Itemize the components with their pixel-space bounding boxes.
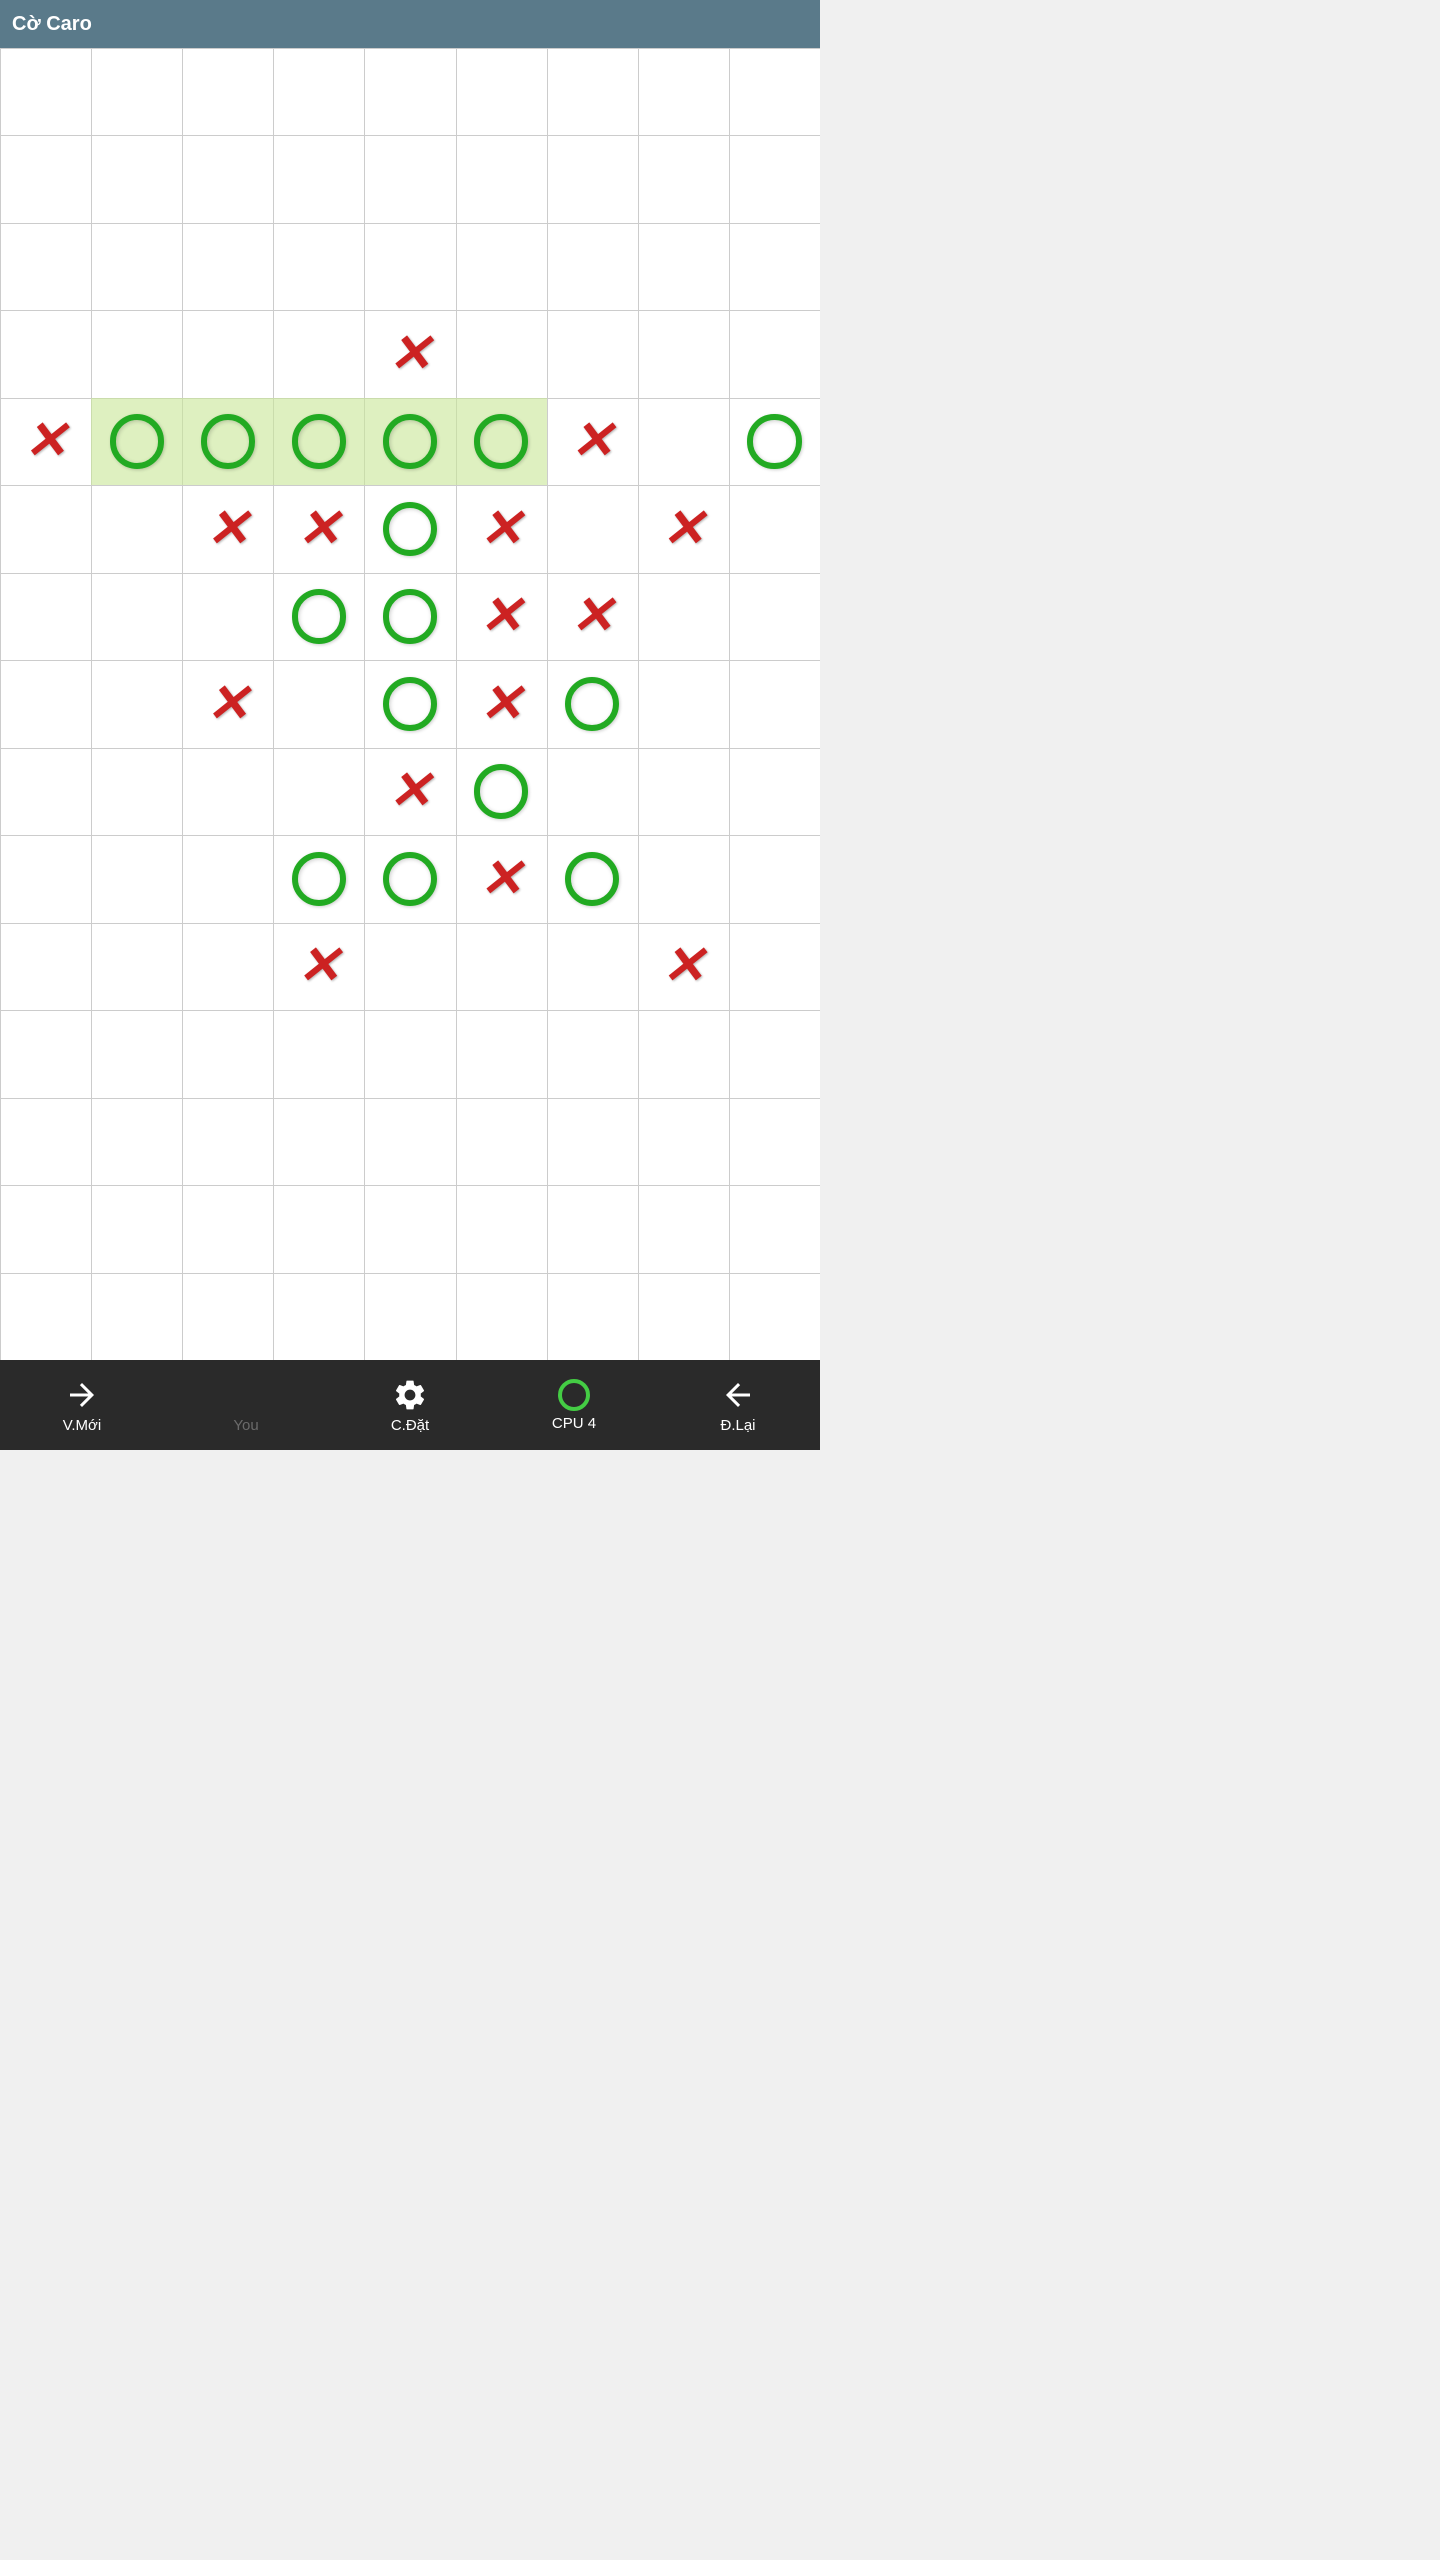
piece-cell[interactable] [547,835,638,922]
x-piece: ✕ [479,853,523,905]
x-piece: ✕ [479,503,523,555]
piece-cell[interactable] [547,660,638,747]
o-piece [292,589,346,643]
new-game-button[interactable]: V.Mới [12,1377,152,1434]
x-piece: ✕ [570,590,614,642]
x-piece: ✕ [479,678,523,730]
piece-cell[interactable] [364,660,455,747]
piece-cell[interactable]: ✕ [638,485,729,572]
piece-cell[interactable]: ✕ [364,748,455,835]
x-piece: ✕ [479,590,523,642]
piece-cell[interactable] [729,398,820,485]
o-piece [383,589,437,643]
piece-cell[interactable] [364,835,455,922]
pieces-layer[interactable]: ✕ ✕ ✕ ✕ ✕ ✕ ✕ ✕ ✕ ✕ ✕ ✕ ✕ ✕ ✕ [0,48,820,1360]
settings-button[interactable]: C.Đặt [340,1377,480,1434]
piece-cell[interactable]: ✕ [456,485,547,572]
undo-icon [720,1377,756,1413]
piece-cell[interactable] [456,748,547,835]
footer: V.Mới You C.Đặt CPU 4 Đ.Lại [0,1360,820,1450]
x-piece: ✕ [24,415,68,467]
piece-cell[interactable]: ✕ [0,398,91,485]
piece-cell[interactable] [364,573,455,660]
o-piece [110,414,164,468]
piece-cell[interactable] [273,835,364,922]
o-piece [383,414,437,468]
x-piece: ✕ [388,328,432,380]
piece-cell[interactable] [456,398,547,485]
o-piece [383,852,437,906]
o-piece [565,852,619,906]
game-board[interactable]: ✕ ✕ ✕ ✕ ✕ ✕ ✕ ✕ ✕ ✕ ✕ ✕ ✕ ✕ ✕ [0,48,820,1360]
header: Cờ Caro [0,0,820,48]
o-piece [474,414,528,468]
x-piece: ✕ [297,503,341,555]
you-indicator: You [176,1377,316,1434]
o-piece [383,502,437,556]
x-piece: ✕ [570,415,614,467]
piece-cell[interactable]: ✕ [273,485,364,572]
o-piece [474,764,528,818]
x-piece: ✕ [297,940,341,992]
piece-cell[interactable]: ✕ [182,660,273,747]
piece-cell[interactable]: ✕ [182,485,273,572]
cpu-icon [558,1379,590,1411]
piece-cell[interactable]: ✕ [456,573,547,660]
settings-icon [392,1377,428,1413]
cpu-indicator: CPU 4 [504,1379,644,1432]
piece-cell[interactable]: ✕ [364,310,455,397]
you-icon [228,1377,264,1413]
x-piece: ✕ [661,940,705,992]
new-game-icon [64,1377,100,1413]
piece-cell[interactable]: ✕ [638,923,729,1010]
x-piece: ✕ [661,503,705,555]
o-piece [292,414,346,468]
x-piece: ✕ [388,765,432,817]
piece-cell[interactable]: ✕ [456,660,547,747]
o-piece [747,414,801,468]
app-title: Cờ Caro [12,13,92,36]
x-piece: ✕ [206,503,250,555]
piece-cell[interactable]: ✕ [547,573,638,660]
piece-cell[interactable]: ✕ [547,398,638,485]
o-piece [565,677,619,731]
o-piece [201,414,255,468]
piece-cell[interactable]: ✕ [273,923,364,1010]
piece-cell[interactable] [91,398,182,485]
piece-cell[interactable]: ✕ [456,835,547,922]
o-piece [383,677,437,731]
x-piece: ✕ [206,678,250,730]
piece-cell[interactable] [273,573,364,660]
piece-cell[interactable] [273,398,364,485]
piece-cell[interactable] [364,398,455,485]
piece-cell[interactable] [182,398,273,485]
piece-cell[interactable] [364,485,455,572]
o-piece [292,852,346,906]
undo-button[interactable]: Đ.Lại [668,1377,808,1434]
